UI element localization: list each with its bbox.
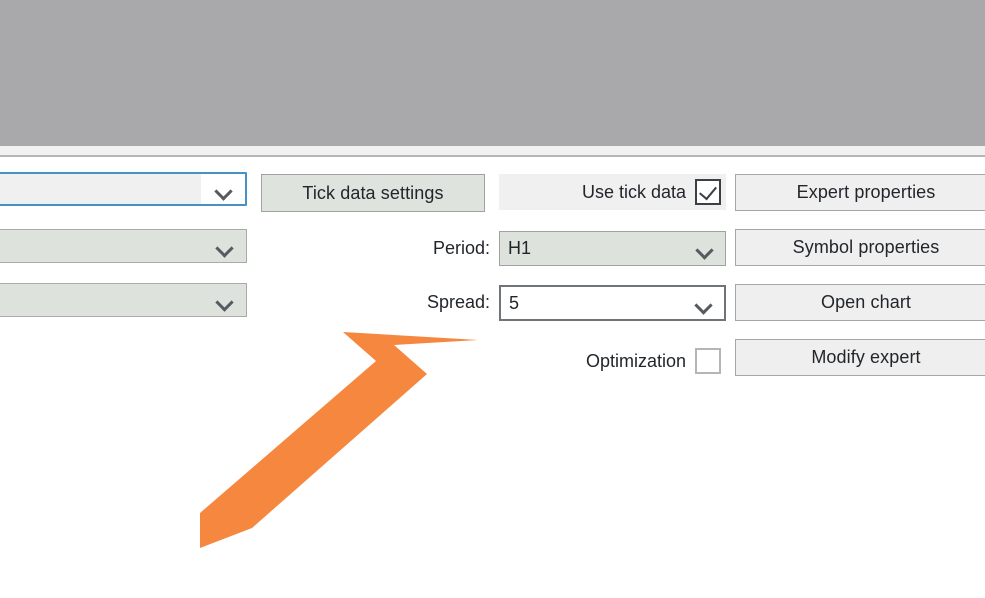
expert-advisor-combo-button[interactable] bbox=[201, 174, 245, 204]
expert-properties-label: Expert properties bbox=[796, 182, 936, 202]
period-label-wrap: Period: bbox=[370, 233, 490, 263]
tick-data-settings-label: Tick data settings bbox=[302, 182, 444, 203]
spread-label: Spread: bbox=[426, 291, 490, 312]
symbol-properties-label: Symbol properties bbox=[792, 237, 940, 257]
period-combo-button[interactable] bbox=[683, 232, 725, 265]
chevron-down-icon bbox=[216, 185, 231, 194]
spread-label-wrap: Spread: bbox=[370, 287, 490, 317]
optimization-label: Optimization bbox=[585, 350, 686, 371]
use-tick-data-label: Use tick data bbox=[581, 181, 686, 202]
use-tick-data-row[interactable]: Use tick data bbox=[499, 174, 726, 210]
optimization-checkbox[interactable] bbox=[695, 348, 721, 374]
model-combo-button[interactable] bbox=[202, 284, 246, 316]
spread-combo-button[interactable] bbox=[682, 287, 724, 319]
window-chrome-band bbox=[0, 0, 985, 146]
period-combo[interactable]: H1 bbox=[499, 231, 726, 266]
application-window: Tick data settings Use tick data Period:… bbox=[0, 0, 985, 598]
expert-properties-button[interactable]: Expert properties bbox=[735, 174, 985, 211]
modify-expert-label: Modify expert bbox=[811, 347, 921, 367]
optimization-row[interactable]: Optimization bbox=[499, 345, 726, 377]
chevron-down-icon bbox=[217, 242, 232, 251]
chevron-down-icon bbox=[697, 244, 712, 253]
spread-combo[interactable]: 5 bbox=[499, 285, 726, 321]
period-combo-value: H1 bbox=[508, 238, 532, 258]
use-tick-data-checkbox[interactable] bbox=[695, 179, 721, 205]
chevron-down-icon bbox=[696, 299, 711, 308]
model-combo[interactable] bbox=[0, 283, 247, 317]
symbol-properties-button[interactable]: Symbol properties bbox=[735, 229, 985, 266]
settings-panel: Tick data settings Use tick data Period:… bbox=[0, 157, 985, 598]
open-chart-button[interactable]: Open chart bbox=[735, 284, 985, 321]
expert-advisor-combo[interactable] bbox=[0, 172, 247, 206]
tick-data-settings-button[interactable]: Tick data settings bbox=[261, 174, 485, 212]
spread-combo-value: 5 bbox=[509, 292, 520, 313]
chevron-down-icon bbox=[217, 296, 232, 305]
symbol-combo-button[interactable] bbox=[202, 230, 246, 262]
modify-expert-button[interactable]: Modify expert bbox=[735, 339, 985, 376]
period-label: Period: bbox=[432, 237, 490, 258]
open-chart-label: Open chart bbox=[820, 292, 912, 312]
symbol-combo[interactable] bbox=[0, 229, 247, 263]
band-highlight-separator bbox=[0, 146, 985, 155]
